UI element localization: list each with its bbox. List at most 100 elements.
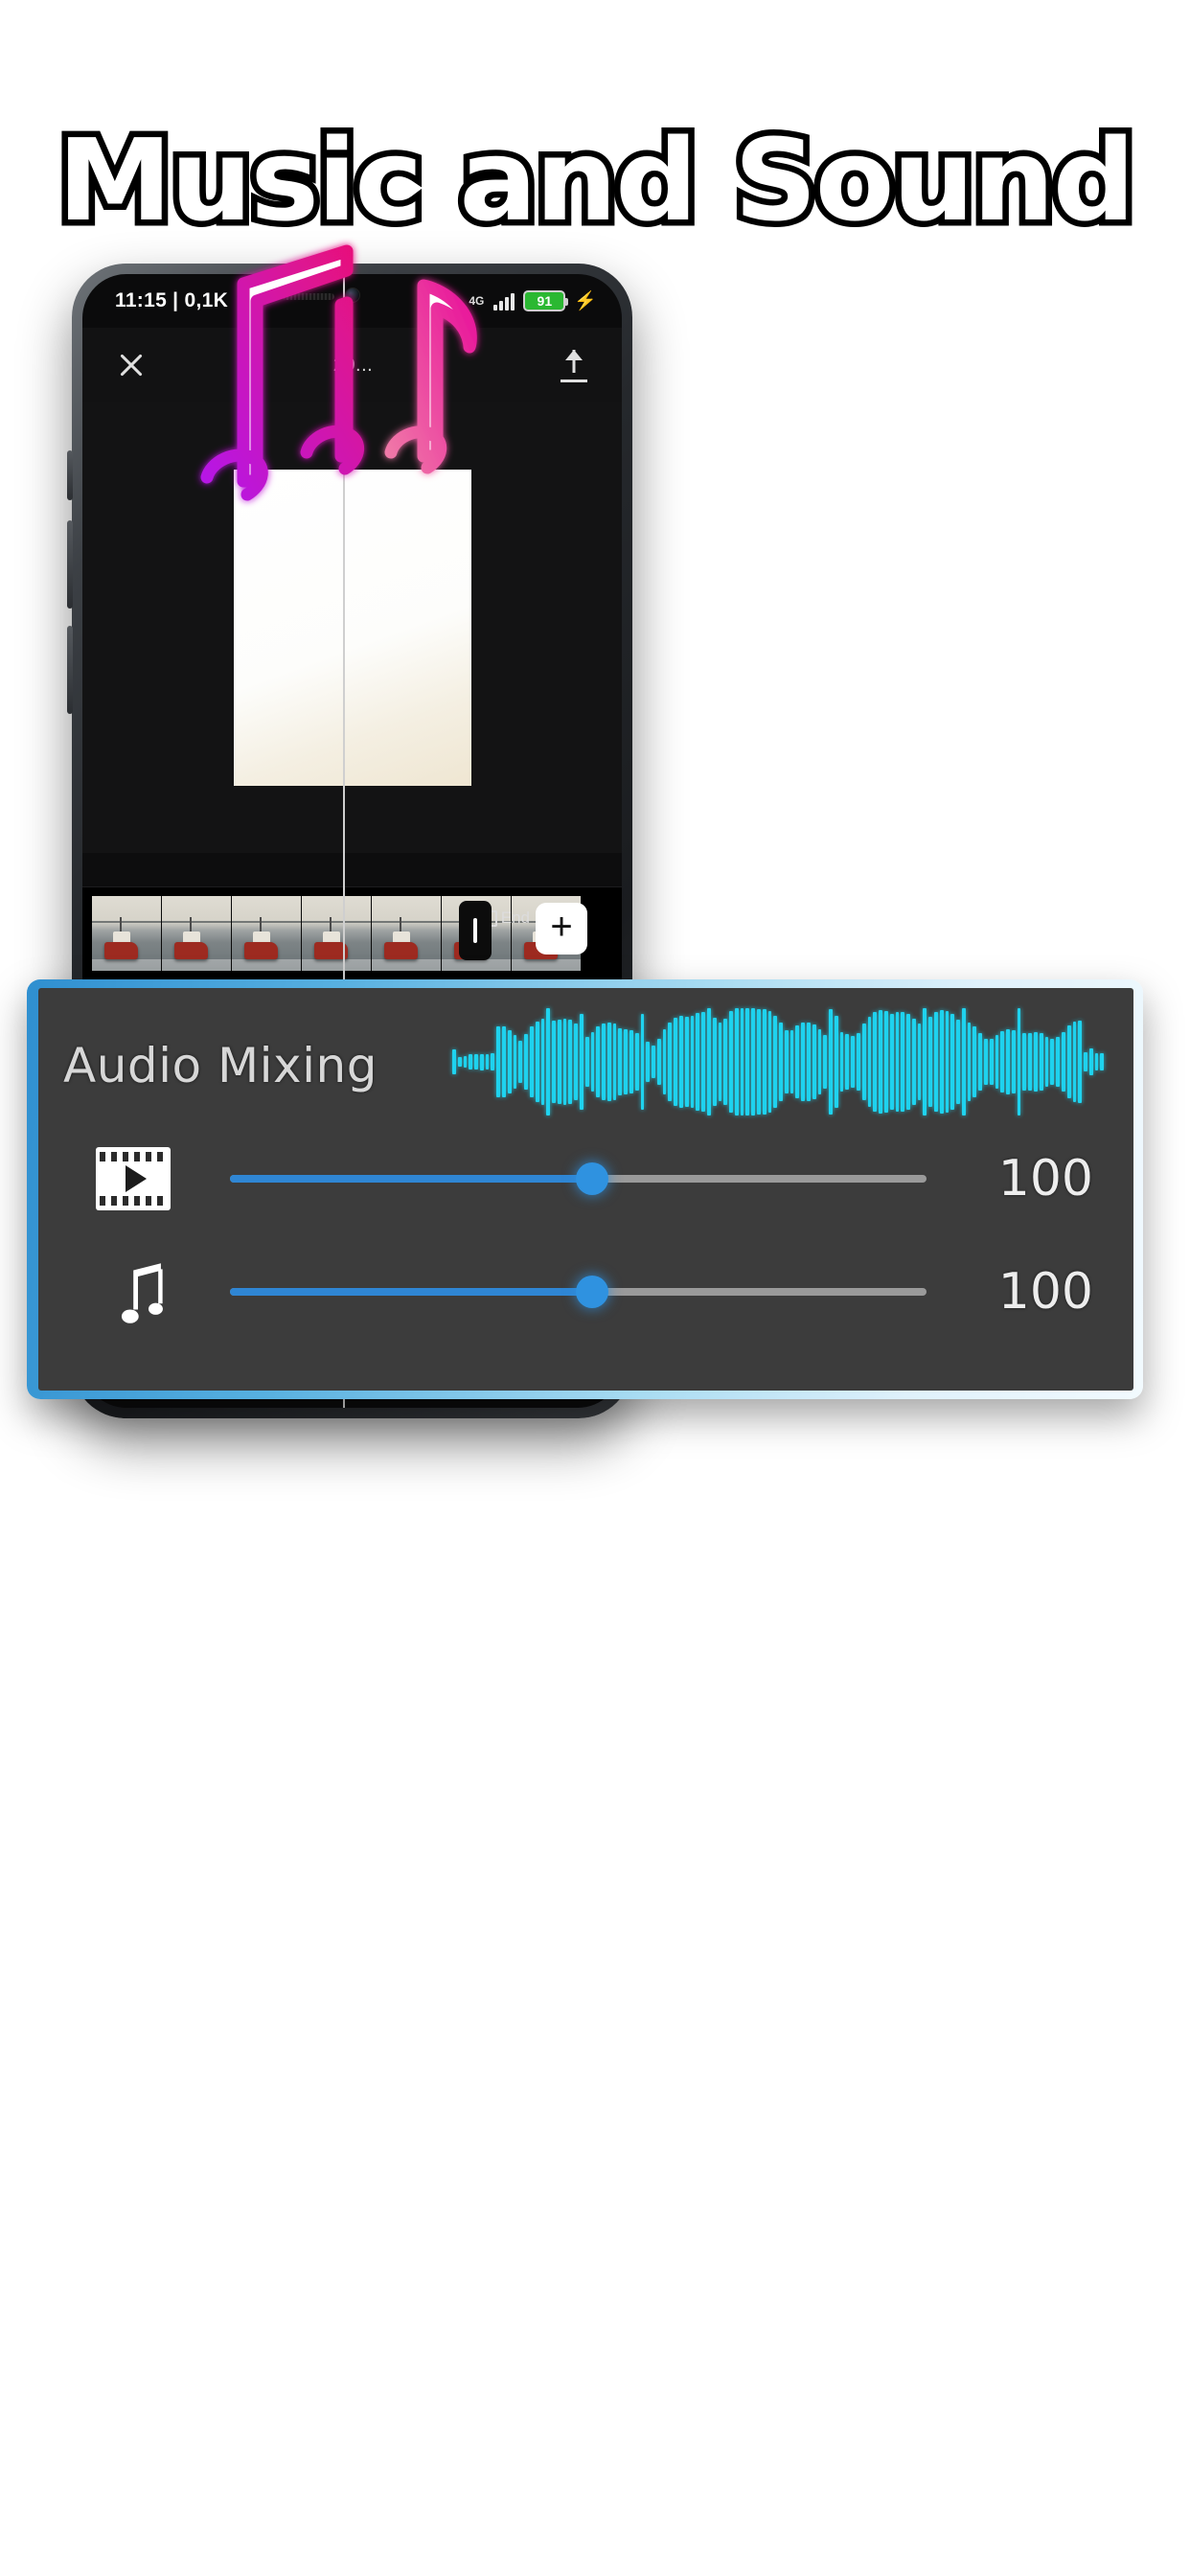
music-volume-fill	[230, 1288, 593, 1296]
waveform-bar	[469, 1054, 473, 1070]
battery-icon: 91	[523, 290, 569, 311]
clip-trim-handle[interactable]	[459, 901, 492, 960]
music-volume-value: 100	[997, 1263, 1093, 1321]
video-frame[interactable]	[162, 896, 232, 971]
waveform-bar	[751, 1008, 755, 1116]
waveform-bar	[491, 1053, 495, 1070]
video-volume-thumb[interactable]	[576, 1162, 609, 1195]
phone-side-button-mute	[67, 450, 73, 500]
resolution-label[interactable]: 20...	[333, 355, 373, 377]
waveform-bar	[928, 1017, 932, 1107]
video-frame[interactable]	[92, 896, 162, 971]
video-frame[interactable]	[302, 896, 372, 971]
waveform-bar	[546, 1008, 551, 1116]
waveform-bar	[989, 1039, 994, 1085]
waveform-bar	[712, 1018, 717, 1106]
waveform-bar	[734, 1008, 739, 1116]
audio-mixing-header: Audio Mixing	[38, 988, 1133, 1122]
waveform-bar	[535, 1021, 539, 1103]
waveform-bar	[829, 1009, 833, 1115]
waveform-bar	[1084, 1051, 1087, 1072]
waveform-bar	[801, 1022, 805, 1102]
video-frame[interactable]	[232, 896, 302, 971]
add-clip-button[interactable]: +	[536, 903, 587, 954]
waveform-bar	[452, 1048, 456, 1075]
waveform-bar	[895, 1011, 900, 1113]
waveform-bar	[634, 1033, 639, 1091]
waveform-bar	[656, 1038, 661, 1086]
audio-mixing-panel[interactable]: Audio Mixing 100 100	[27, 979, 1143, 1399]
waveform-bar	[901, 1011, 905, 1113]
waveform-bar	[984, 1038, 988, 1086]
filmstrip[interactable]	[92, 896, 583, 971]
music-volume-row[interactable]: 100	[38, 1235, 1133, 1348]
waveform-bar	[1066, 1025, 1071, 1098]
preview-frame	[233, 470, 471, 786]
waveform-bar	[917, 1023, 922, 1101]
waveform-bar	[1094, 1053, 1099, 1070]
waveform-bar	[507, 1029, 512, 1094]
waveform-bar	[684, 1016, 689, 1108]
waveform-bar	[1100, 1053, 1105, 1070]
audio-waveform-visual	[452, 1005, 1105, 1118]
waveform-bar	[624, 1029, 628, 1094]
waveform-bar	[961, 1008, 966, 1116]
waveform-bar	[861, 1024, 866, 1100]
video-volume-slider[interactable]	[230, 1162, 927, 1195]
upload-icon[interactable]	[559, 348, 589, 382]
video-volume-row[interactable]: 100	[38, 1122, 1133, 1235]
waveform-bar	[1061, 1031, 1065, 1092]
waveform-bar	[945, 1010, 950, 1114]
waveform-bar	[873, 1011, 878, 1113]
waveform-bar	[845, 1034, 850, 1090]
waveform-bar	[674, 1018, 678, 1106]
waveform-bar	[1017, 1008, 1021, 1116]
waveform-bar	[502, 1026, 506, 1097]
front-camera-icon	[344, 288, 360, 303]
waveform-bar	[679, 1016, 683, 1108]
close-icon[interactable]	[115, 349, 148, 381]
waveform-bar	[745, 1008, 750, 1116]
status-bar-left: 11:15 | 0,1K	[115, 289, 228, 312]
waveform-bar	[668, 1023, 673, 1101]
page-title: Music and Sound	[51, 114, 1141, 246]
waveform-bar	[513, 1034, 517, 1090]
waveform-bar	[562, 1018, 567, 1106]
editor-top-bar: 20...	[82, 328, 622, 402]
waveform-bar	[696, 1012, 700, 1112]
waveform-bar	[812, 1024, 816, 1099]
waveform-bar	[923, 1008, 927, 1116]
waveform-bar	[579, 1014, 584, 1110]
charging-bolt-icon: ⚡	[574, 291, 597, 311]
video-preview-area[interactable]	[82, 402, 622, 853]
waveform-bar	[995, 1035, 999, 1089]
waveform-bar	[1022, 1033, 1027, 1091]
waveform-bar	[779, 1023, 783, 1101]
waveform-bar	[767, 1011, 772, 1113]
video-volume-value: 100	[997, 1150, 1093, 1208]
waveform-bar	[1044, 1036, 1049, 1088]
film-strip-icon	[96, 1147, 203, 1210]
waveform-bar	[823, 1035, 828, 1089]
signal-bars-icon	[493, 291, 515, 310]
waveform-bar	[1000, 1031, 1005, 1092]
waveform-bar	[723, 1018, 728, 1106]
waveform-bar	[1011, 1029, 1016, 1094]
waveform-bar	[784, 1029, 789, 1094]
timeline-ruler	[82, 853, 622, 887]
waveform-bar	[967, 1023, 972, 1101]
waveform-bar	[485, 1053, 490, 1070]
end-text: End	[500, 908, 530, 927]
music-volume-thumb[interactable]	[576, 1276, 609, 1308]
waveform-bar	[584, 1037, 589, 1087]
video-track[interactable]: End +	[82, 893, 622, 974]
music-volume-slider[interactable]	[230, 1276, 927, 1308]
waveform-bar	[552, 1021, 556, 1103]
phone-side-button-volume-down	[67, 626, 73, 714]
waveform-bar	[662, 1029, 667, 1094]
waveform-bar	[817, 1029, 822, 1094]
network-type-label: 4G	[469, 294, 485, 308]
waveform-bar	[973, 1026, 977, 1097]
video-frame[interactable]	[372, 896, 442, 971]
audio-mixing-panel-inner: Audio Mixing 100 100	[38, 988, 1133, 1391]
